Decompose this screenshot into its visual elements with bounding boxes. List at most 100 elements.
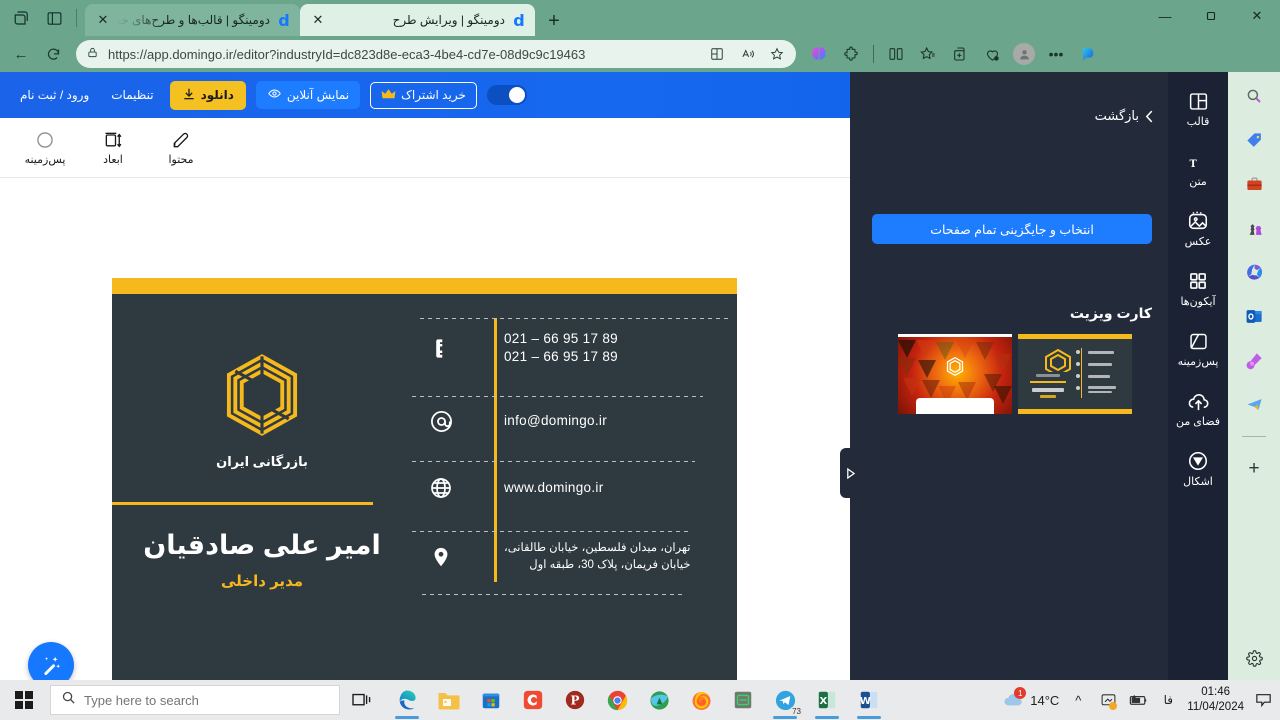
taskbar-search[interactable]: [50, 685, 340, 715]
card-person-role[interactable]: مدیر داخلی: [112, 572, 412, 590]
windows-start-icon[interactable]: [0, 680, 48, 720]
onedrive-icon[interactable]: [1097, 689, 1119, 711]
collections-icon[interactable]: [913, 39, 943, 69]
notification-icon[interactable]: [1252, 689, 1274, 711]
select-replace-all-pages-button[interactable]: انتخاب و جایگزینی تمام صفحات: [872, 214, 1152, 244]
extensions-icon[interactable]: [836, 39, 866, 69]
search-icon[interactable]: [1238, 80, 1270, 112]
weather-cloud-icon: 1: [1002, 687, 1027, 711]
tab-actions-icon[interactable]: [8, 4, 36, 32]
maximize-button[interactable]: [1188, 0, 1234, 32]
games-icon[interactable]: [1238, 212, 1270, 244]
tab-close-icon[interactable]: ✕: [310, 12, 326, 28]
tab-vertical-icon[interactable]: [40, 4, 68, 32]
taskbar-app-camtasia[interactable]: [512, 680, 554, 720]
icons-grid-icon: [1188, 270, 1208, 292]
panel-expand-handle[interactable]: [840, 448, 860, 498]
thumb-bottom-bar: [1018, 409, 1132, 414]
contact-row[interactable]: 021 – 66 95 17 89 021 – 66 95 17 89: [418, 330, 618, 366]
rail-label: فضای من: [1175, 416, 1221, 428]
battery-icon[interactable]: [1127, 689, 1149, 711]
rail-item-text[interactable]: TT متن: [1168, 150, 1228, 188]
search-input[interactable]: [84, 692, 329, 708]
taskbar-app-photoscape[interactable]: P: [554, 680, 596, 720]
microsoft-365-icon[interactable]: [1238, 256, 1270, 288]
rail-item-my-space[interactable]: فضای من: [1168, 390, 1228, 428]
thumb-contact-line: [1088, 386, 1116, 389]
rail-label: قالب: [1186, 116, 1210, 128]
taskbar-app-mozilla-firefox[interactable]: [680, 680, 722, 720]
settings-link[interactable]: تنظیمات: [105, 88, 159, 102]
rail-item-shapes[interactable]: اشکال: [1168, 450, 1228, 488]
tool-background[interactable]: پس‌زمینه: [22, 129, 68, 166]
online-preview-button[interactable]: نمایش آنلاین: [255, 81, 361, 109]
taskbar-app-file-explorer[interactable]: [428, 680, 470, 720]
show-hidden-icons-button[interactable]: ^: [1067, 689, 1089, 711]
outlook-icon[interactable]: [1238, 300, 1270, 332]
download-button[interactable]: دانلود: [169, 80, 246, 110]
taskbar-app-notepad[interactable]: [722, 680, 764, 720]
back-button[interactable]: ←: [6, 39, 36, 69]
svg-text:T: T: [1189, 158, 1197, 169]
browser-essentials-icon[interactable]: [977, 39, 1007, 69]
contact-row[interactable]: تهران، میدان فلسطین، خیابان طالقانی، خیا…: [418, 540, 690, 573]
login-register-link[interactable]: ورود / ثبت نام: [14, 88, 95, 102]
sidebar-divider: [1242, 436, 1266, 437]
buy-subscription-button[interactable]: خرید اشتراک: [370, 81, 477, 109]
thumb-contact-icon: [1076, 374, 1080, 378]
card-logo[interactable]: بازرگانی ایران: [216, 349, 308, 470]
design-canvas[interactable]: بازرگانی ایران امیر علی صادقیان مدیر داخ…: [0, 178, 850, 680]
dark-mode-toggle[interactable]: ☾: [486, 85, 527, 105]
rail-item-image[interactable]: عکس: [1168, 210, 1228, 248]
taskbar-app-internet-download-manager[interactable]: [638, 680, 680, 720]
taskbar-app-microsoft-excel[interactable]: X: [806, 680, 848, 720]
eye-icon: [267, 87, 282, 103]
clock[interactable]: 01:46 11/04/2024: [1187, 685, 1244, 715]
rail-item-background[interactable]: پس‌زمینه: [1168, 330, 1228, 368]
browser-tab-inactive[interactable]: d دومینگو | قالب‌ها و طرح‌های حرفه‌ای ✕: [85, 4, 300, 36]
split-screen-icon[interactable]: [706, 43, 728, 65]
address-bar[interactable]: https://app.domingo.ir/editor?industryId…: [76, 40, 796, 68]
contact-row[interactable]: www.domingo.ir: [418, 476, 603, 500]
task-view-icon[interactable]: [340, 680, 382, 720]
minimize-button[interactable]: —: [1142, 0, 1188, 32]
language-indicator[interactable]: فا: [1157, 689, 1179, 711]
read-aloud-icon[interactable]: [736, 43, 758, 65]
thumbnail-front[interactable]: [898, 334, 1012, 414]
tab-close-icon[interactable]: ✕: [95, 12, 111, 28]
business-card-design[interactable]: بازرگانی ایران امیر علی صادقیان مدیر داخ…: [112, 278, 737, 680]
rail-item-template[interactable]: قالب: [1168, 90, 1228, 128]
settings-more-icon[interactable]: •••: [1041, 39, 1071, 69]
card-person-name[interactable]: امیر علی صادقیان: [112, 530, 412, 561]
favorite-star-icon[interactable]: [766, 43, 788, 65]
copilot-brain-icon[interactable]: [804, 39, 834, 69]
taskbar-app-microsoft-word[interactable]: W: [848, 680, 890, 720]
tool-content[interactable]: محتوا: [158, 129, 204, 166]
copilot-icon[interactable]: [1073, 39, 1103, 69]
taskbar-app-microsoft-edge[interactable]: [386, 680, 428, 720]
reload-button[interactable]: [38, 39, 68, 69]
thumbnail-back[interactable]: [1018, 334, 1132, 414]
telegram-drop-icon[interactable]: [1238, 388, 1270, 420]
add-page-icon[interactable]: [945, 39, 975, 69]
split-screen-icon[interactable]: [881, 39, 911, 69]
taskbar-app-microsoft-store[interactable]: [470, 680, 512, 720]
magic-wand-button[interactable]: [28, 642, 74, 680]
profile-avatar[interactable]: [1009, 39, 1039, 69]
weather-widget[interactable]: 1 14°C: [1002, 687, 1059, 711]
panel-back-button[interactable]: بازگشت: [1095, 108, 1154, 124]
new-tab-button[interactable]: +: [539, 6, 569, 36]
image-creator-icon[interactable]: [1238, 344, 1270, 376]
add-sidebar-app-icon[interactable]: +: [1238, 453, 1270, 485]
browser-tab-active[interactable]: d دومینگو | ویرایش طرح ✕: [300, 4, 535, 36]
sidebar-settings-gear-icon[interactable]: [1238, 642, 1270, 674]
rail-item-icons[interactable]: آیکون‌ها: [1168, 270, 1228, 308]
taskbar-app-telegram[interactable]: 73: [764, 680, 806, 720]
shopping-tag-icon[interactable]: [1238, 124, 1270, 156]
tools-briefcase-icon[interactable]: [1238, 168, 1270, 200]
close-window-button[interactable]: ✕: [1234, 0, 1280, 32]
contact-row[interactable]: info@domingo.ir: [418, 409, 607, 434]
tool-dimensions[interactable]: ابعاد: [90, 129, 136, 166]
taskbar-app-google-chrome[interactable]: [596, 680, 638, 720]
tab-divider: [76, 9, 77, 27]
